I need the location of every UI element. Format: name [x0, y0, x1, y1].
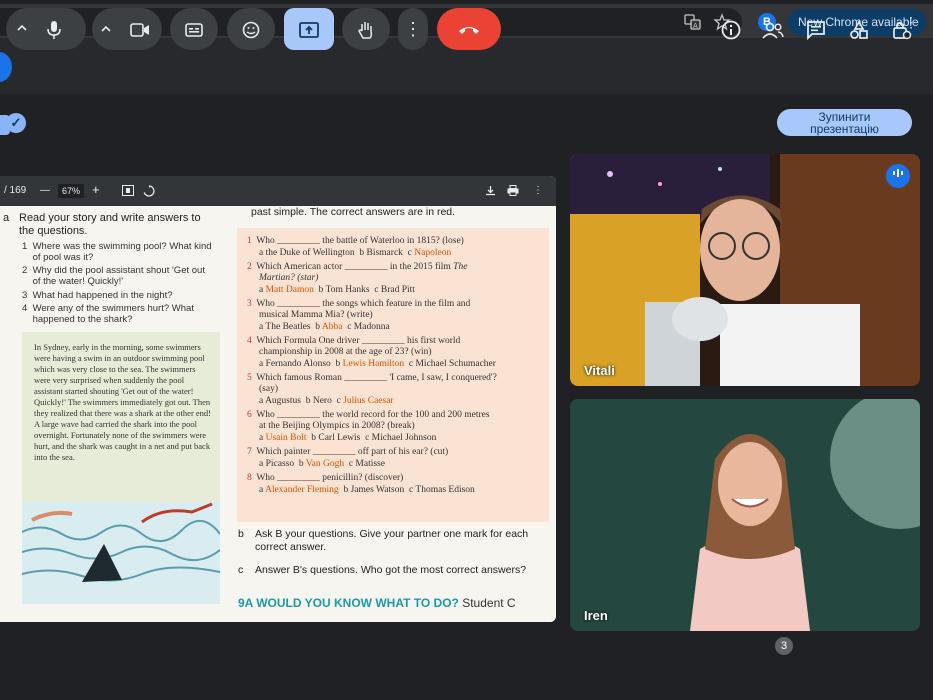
activities-icon	[849, 19, 869, 40]
more-options-icon: ⋮	[404, 19, 422, 39]
captions-icon	[185, 19, 203, 39]
lesson-footer: 9A WOULD YOU KNOW WHAT TO DO? Student C	[238, 596, 516, 610]
activities-button[interactable]	[844, 8, 874, 50]
quiz-q4: 4 Which Formula One driver _________ his…	[247, 336, 461, 346]
quiz-q5: 5 Which famous Roman _________ 'I came, …	[247, 373, 497, 383]
present-icon	[299, 19, 319, 39]
mic-control-group	[6, 8, 86, 50]
quiz-q7: 7 Which painter _________ off part of hi…	[247, 447, 449, 457]
print-icon[interactable]	[507, 185, 519, 199]
translate-icon[interactable]: A	[684, 13, 702, 31]
pdf-toolbar: / 169 — 67% + ⋮	[0, 176, 556, 206]
camera-control-group	[92, 8, 162, 50]
story-text: In Sydney, early in the morning, some sw…	[34, 342, 212, 462]
check-icon: ✓	[6, 113, 26, 133]
question-3: 3 What had happened in the night?	[22, 290, 173, 301]
captions-button[interactable]	[170, 8, 218, 50]
quiz-q6-cont: at the Beijing Olympics in 2008? (break)	[259, 421, 415, 431]
info-icon	[721, 19, 741, 40]
participant-tile-iren[interactable]: Iren	[570, 399, 920, 631]
quiz-box: 1 Who _________ the battle of Waterloo i…	[237, 228, 549, 522]
quiz-q1-options: a the Duke of Wellington b Bismarck c Na…	[259, 248, 452, 258]
quiz-q4-options: a Fernando Alonso b Lewis Hamilton c Mic…	[259, 359, 496, 369]
people-count-badge: 3	[775, 637, 793, 655]
exercise-a-title2: the questions.	[19, 225, 88, 237]
end-call-button[interactable]	[437, 8, 501, 50]
participant-name: Iren	[584, 608, 608, 623]
quiz-q3: 3 Who _________ the songs which feature …	[247, 299, 471, 309]
quiz-q2-cont: Martian? (star)	[259, 273, 319, 283]
story-box: In Sydney, early in the morning, some sw…	[22, 332, 220, 604]
page-indicator: / 169	[4, 185, 27, 196]
download-icon[interactable]	[485, 185, 496, 199]
zoom-out-button[interactable]: —	[40, 185, 50, 196]
presenting-indicator[interactable]: ✓	[0, 113, 26, 137]
quiz-q6-options: a Usain Bolt b Carl Lewis c Michael John…	[259, 433, 437, 443]
chevron-up-icon[interactable]	[100, 8, 112, 50]
people-icon	[762, 19, 784, 39]
shark-pool-illustration	[22, 502, 220, 604]
quiz-header: past simple. The correct answers are in …	[251, 206, 456, 218]
quiz-q1: 1 Who _________ the battle of Waterloo i…	[247, 236, 464, 246]
stop-presenting-button[interactable]: Зупинити презентацію	[777, 109, 912, 136]
mic-icon[interactable]	[46, 8, 62, 50]
section-b-marker: b	[238, 528, 244, 540]
exercise-a-title: Read your story and write answers to	[19, 212, 201, 224]
meeting-controls	[0, 636, 933, 700]
participant-name: Vitali	[584, 363, 615, 378]
meeting-info-button[interactable]	[716, 8, 746, 50]
quiz-q5-cont: (say)	[259, 384, 278, 394]
quiz-q8-options: a Alexander Fleming b James Watson c Tho…	[259, 485, 475, 495]
pdf-page: a Read your story and write answers to t…	[0, 206, 556, 622]
iren-video-feed	[570, 399, 920, 631]
quiz-q3-options: a The Beatles b Abba c Madonna	[259, 322, 390, 332]
end-call-icon	[457, 19, 481, 39]
present-screen-button[interactable]	[284, 8, 334, 50]
vitali-video-feed	[570, 154, 920, 386]
quiz-q4-cont: championship in 2008 at the age of 23? (…	[259, 347, 432, 357]
more-options-button[interactable]: ⋮	[398, 8, 428, 50]
chevron-up-icon[interactable]	[16, 8, 28, 50]
emoji-icon	[242, 19, 260, 39]
quiz-q3-cont: musical Mamma Mia? (write)	[259, 310, 373, 320]
raise-hand-icon	[357, 19, 375, 39]
zoom-in-button[interactable]: +	[92, 182, 100, 197]
more-icon[interactable]: ⋮	[533, 185, 543, 196]
emoji-button[interactable]	[227, 8, 275, 50]
question-4: 4 Were any of the swimmers hurt? What ha…	[22, 303, 194, 325]
quiz-q2: 2 Which American actor _________ in the …	[247, 262, 468, 272]
rotate-icon[interactable]	[143, 185, 155, 200]
quiz-q7-options: a Picasso b Van Gogh c Matisse	[259, 459, 385, 469]
tab-strip	[0, 0, 933, 4]
shared-screen: / 169 — 67% + ⋮ a Read your story and wr…	[0, 176, 556, 622]
quiz-q5-options: a Augustus b Nero c Julius Caesar	[259, 396, 394, 406]
section-c-marker: c	[238, 564, 244, 576]
camera-icon[interactable]	[130, 8, 150, 50]
participant-tile-vitali[interactable]: Vitali	[570, 154, 920, 386]
speaking-indicator-icon	[886, 164, 910, 188]
fit-page-icon[interactable]	[122, 185, 134, 199]
raise-hand-button[interactable]	[342, 8, 390, 50]
chat-button[interactable]	[801, 8, 831, 50]
chat-icon	[806, 19, 826, 41]
svg-text:A: A	[693, 22, 698, 30]
people-button[interactable]	[758, 8, 788, 50]
exercise-a-marker: a	[3, 212, 10, 224]
host-controls-icon	[892, 19, 912, 40]
quiz-q8: 8 Who _________ penicillin? (discover)	[247, 473, 404, 483]
section-c-text: Answer B's questions. Who got the most c…	[255, 564, 527, 576]
zoom-level[interactable]: 67%	[58, 184, 84, 198]
host-controls-button[interactable]	[887, 8, 917, 50]
quiz-q2-options: a Matt Damon b Tom Hanks c Brad Pitt	[259, 285, 415, 295]
section-b-text: Ask B your questions. Give your partner …	[255, 528, 529, 553]
quiz-q6: 6 Who _________ the world record for the…	[247, 410, 490, 420]
question-1: 1 Where was the swimming pool? What kind…	[22, 241, 212, 263]
question-2: 2 Why did the pool assistant shout 'Get …	[22, 265, 205, 287]
